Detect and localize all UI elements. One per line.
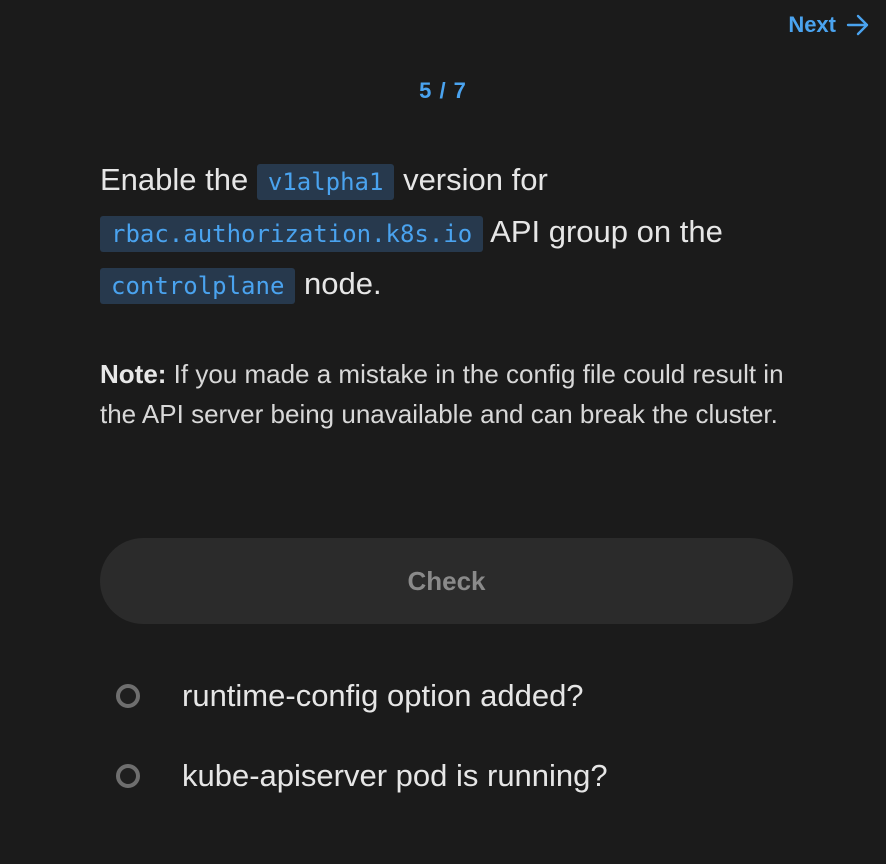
code-api-group: rbac.authorization.k8s.io [100,216,484,252]
task-text: API group on the [483,214,723,249]
check-label: kube-apiserver pod is running? [182,758,608,793]
code-version: v1alpha1 [256,164,395,200]
step-counter: 5 / 7 [419,78,467,103]
pending-status-icon [116,684,140,708]
check-item: runtime-config option added? [116,666,608,726]
task-text: Enable the [100,162,257,197]
pending-status-icon [116,764,140,788]
note-text: If you made a mistake in the config file… [100,359,784,429]
check-list: runtime-config option added? kube-apiser… [116,666,608,826]
arrow-right-icon [846,14,869,36]
next-link[interactable]: Next [788,12,870,38]
check-item: kube-apiserver pod is running? [116,746,608,806]
note: Note: If you made a mistake in the confi… [100,354,800,434]
next-label: Next [788,12,836,37]
note-label: Note: [100,359,167,389]
task-description: Enable the v1alpha1 version for rbac.aut… [100,155,800,311]
task-text: node. [295,266,382,301]
task-text: version for [394,162,548,197]
check-button[interactable]: Check [100,538,793,624]
check-label: runtime-config option added? [182,678,584,713]
code-node: controlplane [100,268,296,304]
